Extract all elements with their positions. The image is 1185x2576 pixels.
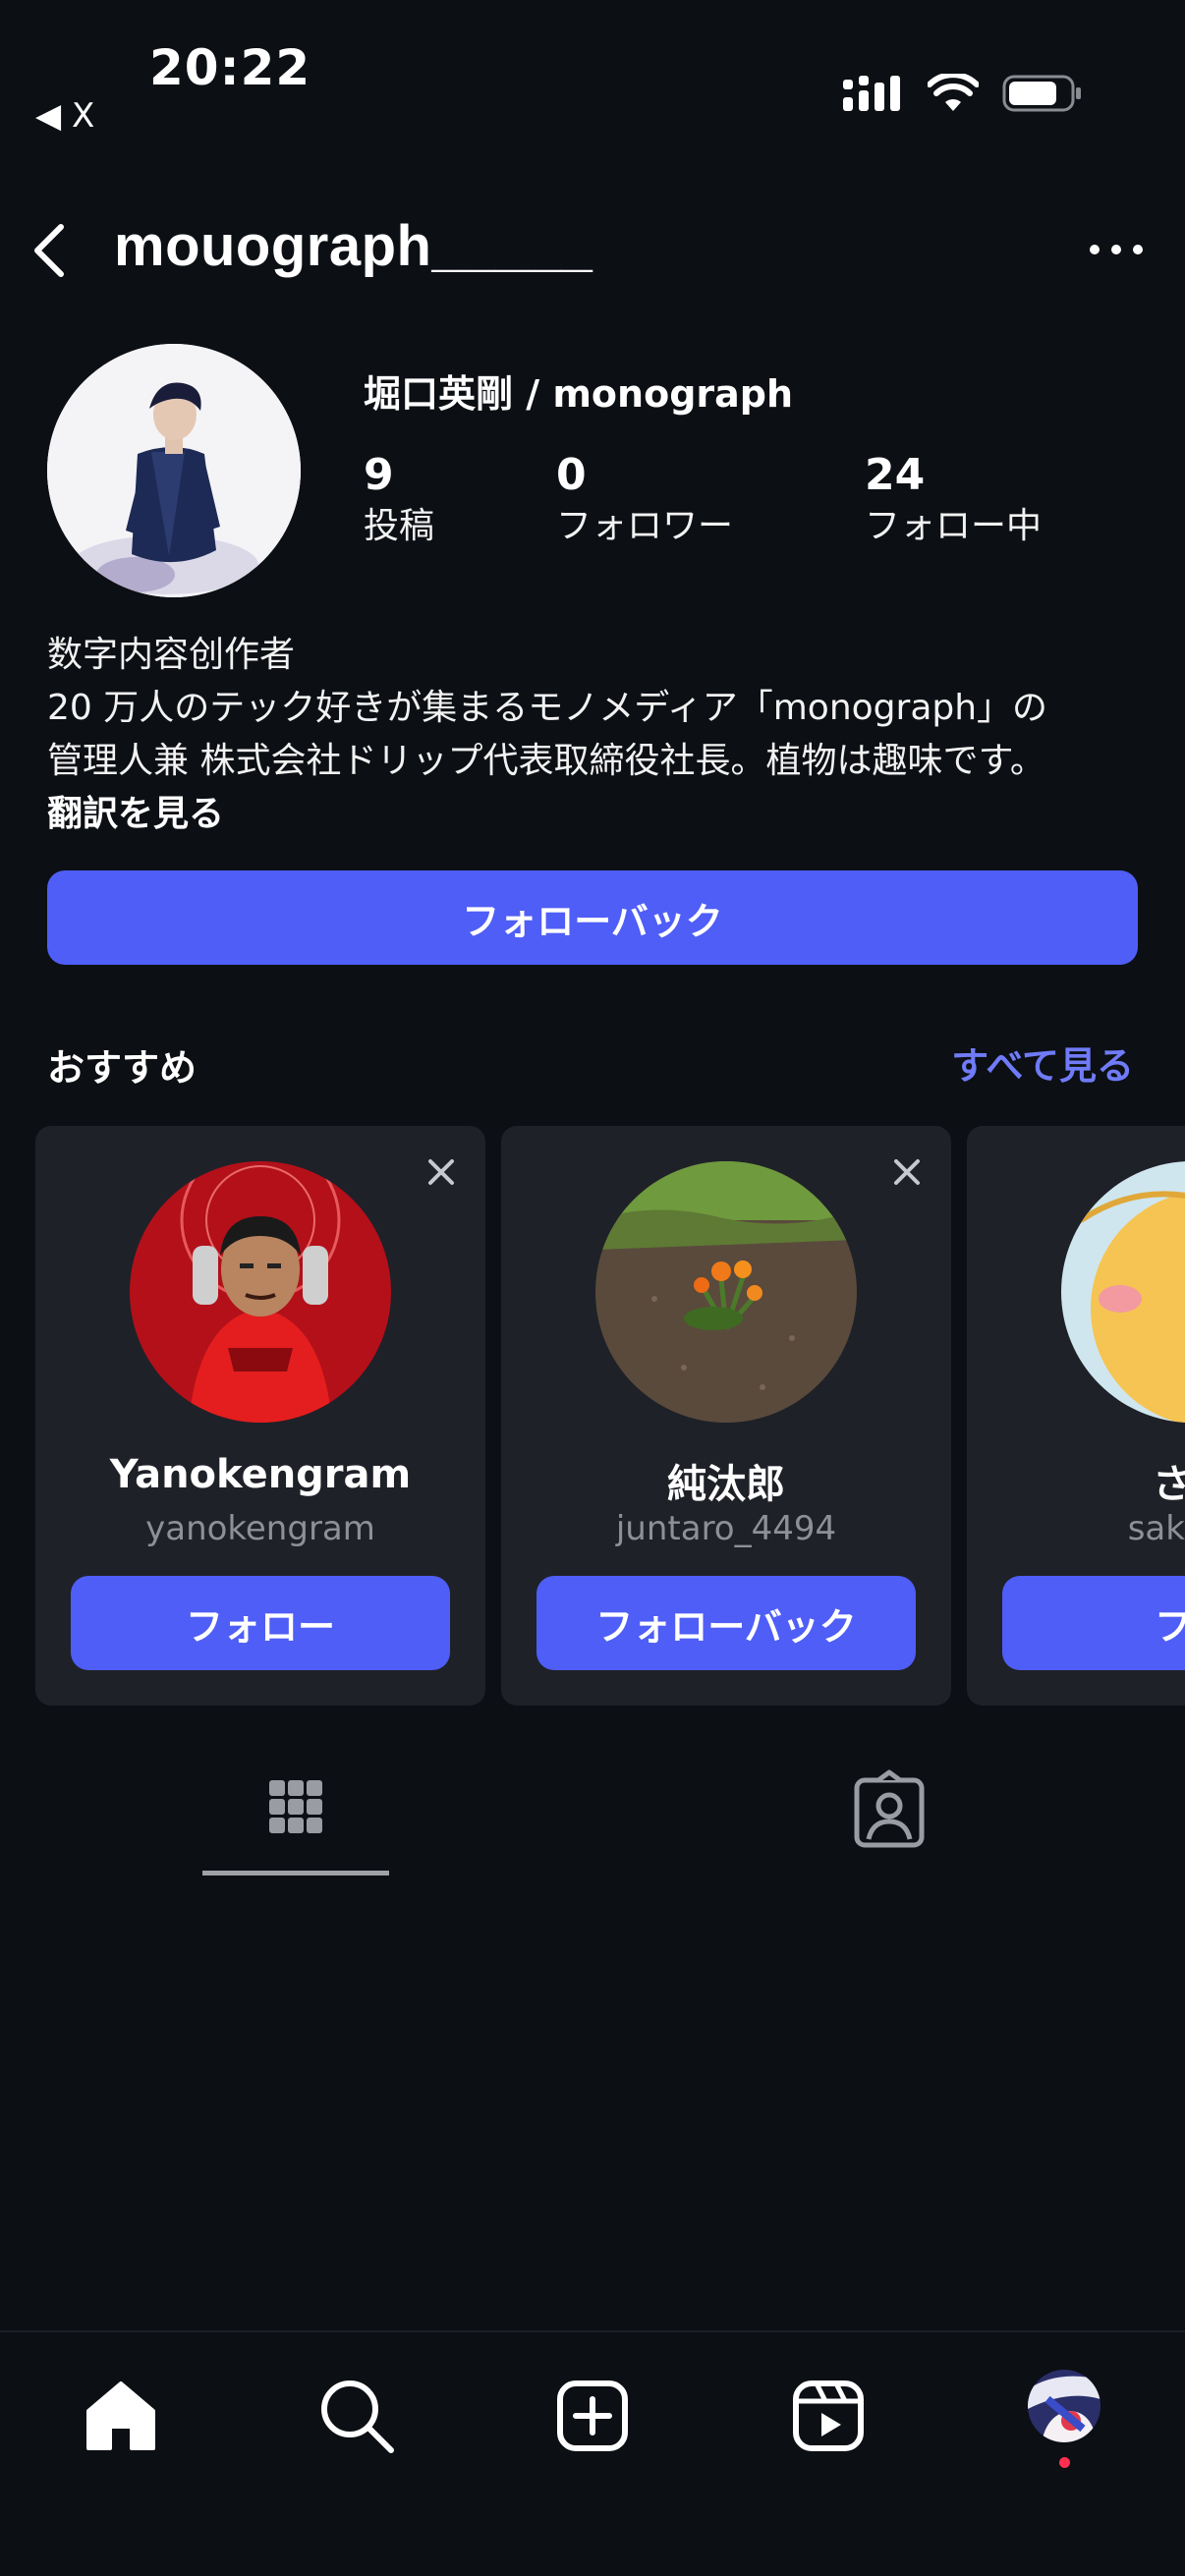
close-icon[interactable] <box>890 1155 924 1189</box>
bottom-navigation <box>0 2330 1185 2576</box>
stat-posts[interactable]: 9 投稿 <box>364 450 434 552</box>
suggestion-photo <box>1061 1161 1185 1423</box>
stat-posts-label: 投稿 <box>364 506 435 546</box>
suggestion-photo <box>130 1161 391 1423</box>
profile-full-name: 堀口英剛 / monograph <box>364 372 794 416</box>
follow-back-button[interactable]: フォローバック <box>47 870 1138 965</box>
suggestion-handle: sakura_ <box>1127 1509 1185 1548</box>
suggestion-photo <box>595 1161 857 1423</box>
profile-avatar[interactable] <box>47 344 301 597</box>
suggestion-handle: yanokengram <box>145 1509 375 1548</box>
see-all-link[interactable]: すべて見る <box>951 1036 1134 1090</box>
tagged-icon[interactable] <box>845 1768 933 1857</box>
close-icon[interactable] <box>424 1155 458 1189</box>
bio-line: 20 万人のテック好きが集まるモノメディア「monograph」の <box>47 688 1048 728</box>
profile-photo <box>47 344 301 597</box>
profile-bio: 数字内容创作者 20 万人のテック好きが集まるモノメディア「monograph」… <box>47 629 1148 841</box>
stat-posts-count: 9 <box>364 450 394 500</box>
profile-avatar-image <box>1028 2370 1100 2442</box>
stat-followers[interactable]: 0 フォロワー <box>556 450 733 552</box>
battery-icon <box>1002 75 1081 112</box>
profile-username: mouograph_____ <box>114 214 593 278</box>
follow-button[interactable]: フォ <box>1002 1576 1185 1670</box>
suggestion-avatar[interactable] <box>130 1161 391 1423</box>
reels-icon[interactable] <box>784 2372 873 2460</box>
back-arrow-icon[interactable] <box>22 219 81 282</box>
suggestion-card[interactable]: さく sakura_ フォ <box>967 1126 1185 1706</box>
follow-button[interactable]: フォロー <box>71 1576 450 1670</box>
suggestion-handle: juntaro_4494 <box>615 1509 837 1548</box>
suggestion-name[interactable]: 純汰郎 <box>501 1452 951 1509</box>
profile-header: mouograph_____ <box>0 201 1185 300</box>
bio-line: 数字内容创作者 <box>47 635 296 675</box>
follow-back-button[interactable]: フォローバック <box>536 1576 916 1670</box>
cellular-signal-icon <box>843 76 900 111</box>
grid-icon[interactable] <box>202 1768 389 1876</box>
bio-line: 管理人兼 株式会社ドリップ代表取締役社長。植物は趣味です。 <box>47 741 1045 781</box>
more-options-icon[interactable] <box>1087 235 1146 264</box>
stat-followers-count: 0 <box>556 450 587 500</box>
profile-page: ◀ X 20:22 mouograph_____ 堀口英剛 / monograp… <box>0 0 1185 2576</box>
profile-avatar-icon[interactable] <box>1028 2370 1100 2442</box>
suggestion-avatar[interactable] <box>1061 1161 1185 1423</box>
home-icon[interactable] <box>77 2372 165 2460</box>
search-icon[interactable] <box>312 2372 401 2460</box>
stat-following[interactable]: 24 フォロー中 <box>865 450 1042 552</box>
stat-following-count: 24 <box>865 450 926 500</box>
notification-dot <box>1059 2457 1070 2468</box>
wifi-icon <box>928 74 979 111</box>
suggestions-title: おすすめ <box>47 1046 198 1090</box>
status-icons <box>843 73 1083 114</box>
suggestion-card[interactable]: Yanokengram yanokengram フォロー <box>35 1126 485 1706</box>
back-to-app-link[interactable]: ◀ X <box>35 96 94 136</box>
suggestion-avatar[interactable] <box>595 1161 857 1423</box>
suggestion-name[interactable]: さく <box>967 1452 1185 1509</box>
stat-following-label: フォロー中 <box>865 506 1043 546</box>
suggestion-name[interactable]: Yanokengram <box>35 1452 485 1497</box>
see-translation-link[interactable]: 翻訳を見る <box>47 788 1148 841</box>
stat-followers-label: フォロワー <box>556 506 734 546</box>
create-icon[interactable] <box>548 2372 637 2460</box>
suggestion-card[interactable]: 純汰郎 juntaro_4494 フォローバック <box>501 1126 951 1706</box>
status-time: 20:22 <box>149 39 311 96</box>
active-tab-indicator <box>202 1871 389 1876</box>
